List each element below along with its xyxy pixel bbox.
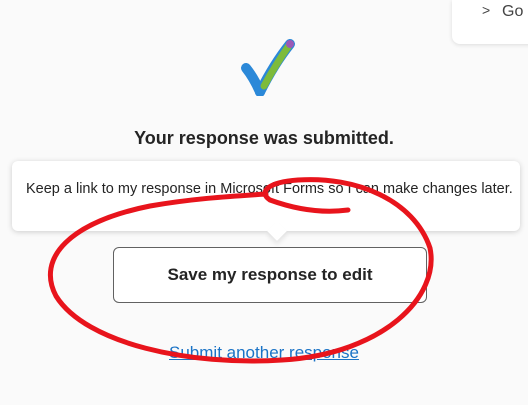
save-response-tooltip: Keep a link to my response in Microsoft …: [12, 161, 520, 241]
popup-label: Go: [502, 3, 524, 20]
tooltip-text: Keep a link to my response in Microsoft …: [26, 181, 513, 197]
confirmation-title: Your response was submitted.: [134, 128, 394, 148]
top-right-popup[interactable]: > Go: [452, 0, 528, 44]
save-response-button[interactable]: Save my response to edit: [113, 247, 427, 303]
checkmark-icon: [241, 39, 295, 96]
chevron-right-icon: >: [482, 2, 491, 18]
tooltip-arrow: [267, 221, 287, 241]
submit-another-response-link[interactable]: Submit another response: [0, 343, 528, 363]
form-confirmation-panel: > Go Your response was submitted. Keep a…: [0, 0, 528, 405]
